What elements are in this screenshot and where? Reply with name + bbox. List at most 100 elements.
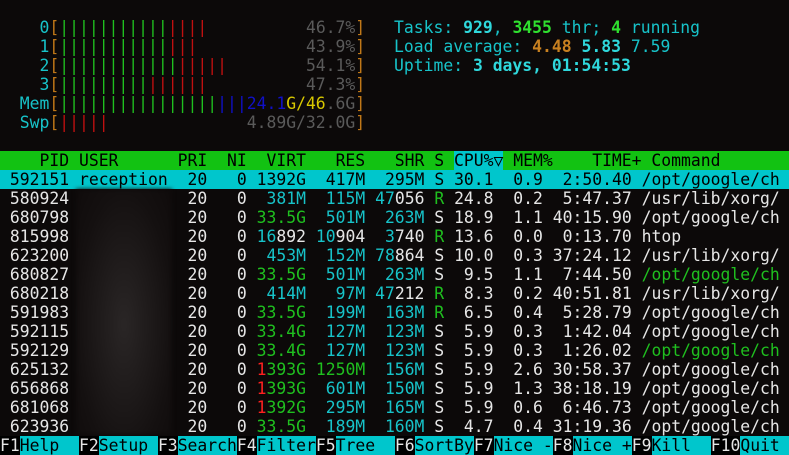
load-label: Load average:	[394, 37, 533, 56]
column-header-mem[interactable]: MEM%	[513, 151, 552, 170]
cpu-bar-normal: |||||||||||	[59, 18, 168, 37]
time: 31:19.36	[552, 417, 632, 436]
fkey-f4[interactable]: F4	[237, 436, 257, 455]
fkey-f7[interactable]: F7	[474, 436, 494, 455]
mem-value: 263M	[384, 208, 425, 227]
pid: 592151	[0, 170, 70, 189]
pid: 591983	[0, 303, 70, 322]
fkey-label-search[interactable]: Search	[177, 436, 237, 455]
fkey-label-filter[interactable]: Filter	[256, 436, 316, 455]
column-header-time+[interactable]: TIME+	[563, 151, 641, 170]
user: reception	[78, 170, 168, 189]
thr-label: thr;	[551, 18, 612, 37]
process-table-header[interactable]: PID USER PRI NI VIRT RES SHR S CPU%▽ MEM…	[0, 151, 789, 170]
fkey-label-nice[interactable]: Nice -	[493, 436, 553, 455]
mem-value: 127M	[325, 322, 366, 341]
column-header-s[interactable]: S	[434, 151, 444, 170]
mem-value: 152M	[325, 246, 366, 265]
fkey-label-kill[interactable]: Kill	[651, 436, 711, 455]
mem-value: 127M	[325, 341, 366, 360]
column-header-ni[interactable]: NI	[217, 151, 247, 170]
cpu-percent: 13.6	[454, 227, 494, 246]
fkey-label-setup[interactable]: Setup	[98, 436, 158, 455]
mem-value: 115M	[325, 189, 366, 208]
fkey-f6[interactable]: F6	[395, 436, 415, 455]
column-header-cpu[interactable]: CPU%▽	[454, 151, 504, 170]
mem-thousands: 16	[256, 227, 277, 246]
fkey-label-nice[interactable]: Nice +	[572, 436, 632, 455]
mem-total: .6G	[325, 94, 356, 113]
fkey-f3[interactable]: F3	[158, 436, 178, 455]
bracket: ]	[355, 113, 366, 132]
column-header-res[interactable]: RES	[316, 151, 366, 170]
mem-value: 160M	[384, 417, 425, 436]
mem-value: 295M	[325, 398, 366, 417]
time: 5:28.79	[552, 303, 632, 322]
column-header-virt[interactable]: VIRT	[257, 151, 305, 170]
cpu-bar-kernel: ||||	[167, 18, 208, 37]
mem-value: 33.4G	[256, 341, 306, 360]
mem-percent: 2.6	[503, 360, 543, 379]
process-row[interactable]: 592151 reception 20 0 1392G 417M 295M S …	[0, 170, 789, 189]
nice: 0	[217, 341, 247, 360]
mem-value: 150M	[384, 379, 425, 398]
nice: 0	[217, 284, 247, 303]
column-header-shr[interactable]: SHR	[375, 151, 425, 170]
nice: 0	[217, 246, 247, 265]
cpu-percent: 47.3%	[305, 75, 356, 94]
mem-percent: 0.0	[503, 227, 543, 246]
tasks-label: Tasks:	[394, 18, 464, 37]
mem-used: 24.1	[246, 94, 287, 113]
fkey-f8[interactable]: F8	[553, 436, 573, 455]
threads-count: 3455	[512, 18, 552, 37]
fkey-f5[interactable]: F5	[316, 436, 336, 455]
fkey-label-quit[interactable]: Quit	[740, 436, 789, 455]
mem-thousands: 3	[384, 227, 395, 246]
load-15: 7.59	[630, 37, 671, 56]
mem-percent: 0.4	[503, 303, 543, 322]
mem-value: 97M	[335, 284, 366, 303]
mem-label: Mem	[0, 94, 50, 113]
column-header-command[interactable]: Command	[651, 151, 720, 170]
fkey-f9[interactable]: F9	[632, 436, 652, 455]
mem-value: 414M	[266, 284, 306, 303]
state: S	[434, 246, 445, 265]
bracket: [	[49, 18, 60, 37]
fkey-label-sortby[interactable]: SortBy	[414, 436, 474, 455]
mem-bar-used: ||||||||||||||||	[59, 94, 218, 113]
mem-value: 199M	[325, 303, 366, 322]
command: /opt/google/ch	[641, 322, 780, 341]
fkey-f1[interactable]: F1	[0, 436, 20, 455]
mem-thousands: 47	[375, 284, 395, 303]
column-header-user[interactable]: USER	[79, 151, 168, 170]
fkey-label-tree[interactable]: Tree	[335, 436, 395, 455]
column-header-pid[interactable]: PID	[0, 151, 69, 170]
priority: 20	[177, 398, 208, 417]
mem-value: 33.5G	[256, 417, 306, 436]
cpu-percent: 5.9	[454, 341, 494, 360]
cpu-percent: 46.7%	[305, 18, 356, 37]
nice: 0	[217, 398, 247, 417]
column-header-pri[interactable]: PRI	[178, 151, 208, 170]
bracket: ]	[355, 56, 366, 75]
mem-value: 123M	[384, 322, 425, 341]
fkey-label-help[interactable]: Help	[19, 436, 79, 455]
nice: 0	[217, 189, 247, 208]
bracket: [	[49, 75, 60, 94]
bracket: ]	[355, 94, 366, 113]
cpu-label: 0	[0, 18, 50, 37]
tasks-line: Tasks: 929, 3455 thr; 4 running	[394, 18, 789, 37]
uptime-value: 3 days, 01:54:53	[472, 56, 631, 75]
cpu-percent: 8.3	[454, 284, 494, 303]
fkey-f10[interactable]: F10	[711, 436, 741, 455]
cpu-percent: 43.9%	[305, 37, 356, 56]
priority: 20	[177, 303, 208, 322]
uptime-label: Uptime:	[394, 56, 473, 75]
bracket: ]	[355, 18, 366, 37]
pid: 680218	[0, 284, 70, 303]
fkey-f2[interactable]: F2	[79, 436, 99, 455]
mem-value: 212	[394, 284, 425, 303]
running-label: running	[621, 18, 700, 37]
mem-percent: 0.3	[503, 341, 543, 360]
mem-thousands: 10	[315, 227, 336, 246]
